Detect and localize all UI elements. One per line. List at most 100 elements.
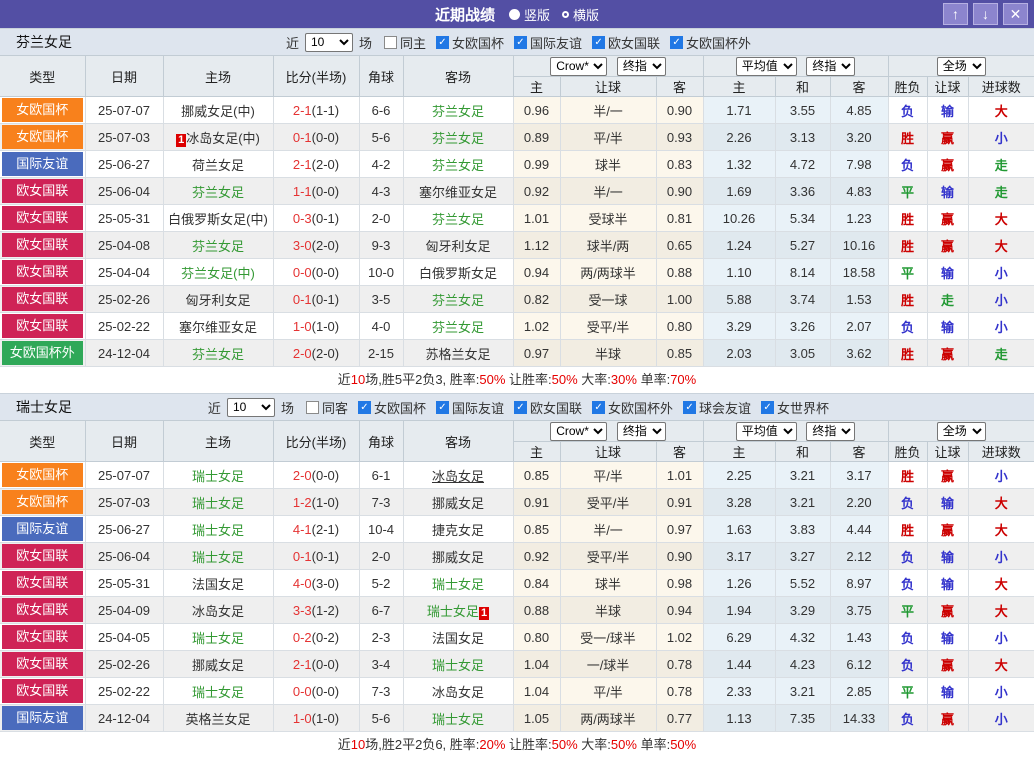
result-handicap: 赢 (926, 515, 969, 543)
halftime-score: (0-0) (311, 656, 340, 672)
away-team[interactable]: 芬兰女足 (402, 204, 514, 232)
filter-checkbox[interactable]: ✓ (514, 400, 527, 414)
away-team[interactable]: 芬兰女足 (402, 285, 514, 313)
away-team[interactable]: 法国女足 (402, 623, 514, 651)
odds-company-select[interactable]: Crow* (550, 56, 608, 76)
home-team[interactable]: 瑞士女足 (162, 677, 274, 705)
full-game-select[interactable]: 全场 (936, 421, 986, 441)
move-up-button[interactable]: ↑ (943, 3, 968, 25)
home-team[interactable]: 瑞士女足 (162, 515, 274, 543)
layout-radio-option[interactable]: 竖版 (508, 5, 550, 24)
away-team[interactable]: 挪威女足 (402, 488, 514, 516)
avg-draw-odds: 3.21 (774, 461, 831, 489)
away-team[interactable]: 捷克女足 (402, 515, 514, 543)
match-row: 女欧国杯 25-07-07 瑞士女足 2-0(0-0) 6-1 冰岛女足 0.85 平/半 1.… (0, 461, 1034, 489)
corner-score: 2-0 (358, 204, 404, 232)
home-team[interactable]: 英格兰女足 (162, 704, 274, 732)
avg-draw-odds: 4.23 (774, 650, 831, 678)
away-team[interactable]: 芬兰女足 (402, 150, 514, 178)
match-count-select[interactable]: 10 (226, 397, 275, 417)
match-row: 国际友谊 25-06-27 瑞士女足 4-1(2-1) 10-4 捷克女足 0.85 半/一 0… (0, 515, 1034, 543)
handicap-home-odds: 0.97 (512, 339, 561, 367)
home-team[interactable]: 冰岛女足 (162, 596, 274, 624)
home-team[interactable]: 芬兰女足 (162, 177, 274, 205)
home-team[interactable]: 瑞士女足 (162, 542, 274, 570)
away-team[interactable]: 芬兰女足 (402, 96, 514, 124)
away-team[interactable]: 苏格兰女足 (402, 339, 514, 367)
away-team[interactable]: 塞尔维亚女足 (402, 177, 514, 205)
radio-icon[interactable] (562, 10, 569, 18)
handicap-line: 两/两球半 (559, 258, 657, 286)
home-team[interactable]: 瑞士女足 (162, 461, 274, 489)
result-wdl: 负 (887, 650, 928, 678)
competition-type-badge: 欧女国联 (2, 571, 83, 595)
full-game-select[interactable]: 全场 (936, 56, 986, 76)
same-venue-checkbox[interactable] (305, 400, 319, 414)
filter-checkbox[interactable]: ✓ (592, 400, 606, 414)
home-team[interactable]: 匈牙利女足 (162, 285, 274, 313)
average-select[interactable]: 平均值 (735, 421, 797, 441)
home-team[interactable]: 白俄罗斯女足(中) (162, 204, 274, 232)
filter-label: 球会友谊 (699, 400, 752, 416)
away-team[interactable]: 瑞士女足 (402, 650, 514, 678)
home-team[interactable]: 塞尔维亚女足 (162, 312, 274, 340)
home-team[interactable]: 挪威女足(中) (162, 96, 274, 124)
fulltime-score: 2-1 (292, 656, 312, 672)
home-team[interactable]: 芬兰女足 (162, 339, 274, 367)
away-team[interactable]: 芬兰女足 (402, 123, 514, 151)
fulltime-score: 1-1 (292, 183, 312, 199)
away-team[interactable]: 瑞士女足 1 (402, 596, 514, 624)
team-name-text: 瑞士女足 (191, 684, 244, 700)
fulltime-score: 0-1 (292, 548, 312, 564)
games-label: 场 (358, 35, 372, 51)
away-team[interactable]: 瑞士女足 (402, 704, 514, 732)
filter-checkbox[interactable]: ✓ (435, 35, 449, 49)
filter-checkbox[interactable]: ✓ (761, 400, 775, 414)
home-team[interactable]: 法国女足 (162, 569, 274, 597)
away-team[interactable]: 冰岛女足 (402, 461, 514, 489)
move-down-button[interactable]: ↓ (973, 3, 998, 25)
avg-home-odds: 1.32 (702, 150, 776, 178)
away-team[interactable]: 匈牙利女足 (402, 231, 514, 259)
same-venue-checkbox[interactable] (383, 35, 397, 49)
home-team[interactable]: 瑞士女足 (162, 623, 274, 651)
result-wdl: 平 (887, 596, 928, 624)
odds-company-select[interactable]: Crow* (550, 421, 608, 441)
away-team[interactable]: 瑞士女足 (402, 569, 514, 597)
result-goals: 小 (967, 704, 1034, 732)
home-team[interactable]: 挪威女足 (162, 650, 274, 678)
final-index-select[interactable]: 终指 (616, 56, 666, 76)
layout-radio-option[interactable]: 横版 (562, 5, 599, 24)
match-date: 25-07-03 (84, 488, 164, 516)
home-team[interactable]: 荷兰女足 (162, 150, 274, 178)
final-index-select[interactable]: 终指 (806, 56, 856, 76)
match-count-select[interactable]: 10 (304, 32, 353, 52)
away-team[interactable]: 芬兰女足 (402, 312, 514, 340)
close-button[interactable]: ✕ (1003, 3, 1028, 25)
team-name-text: 瑞士女足 (191, 630, 244, 646)
result-wdl: 胜 (887, 339, 928, 367)
score: 0-1(0-0) (272, 123, 360, 151)
filter-checkbox[interactable]: ✓ (670, 35, 684, 49)
final-index-select[interactable]: 终指 (616, 421, 666, 441)
avg-draw-odds: 3.26 (774, 312, 831, 340)
avg-draw-odds: 3.36 (774, 177, 831, 205)
home-team[interactable]: 1 冰岛女足(中) (162, 123, 274, 151)
competition-type-badge: 女欧国杯 (2, 125, 83, 149)
average-select[interactable]: 平均值 (735, 56, 797, 76)
filter-checkbox[interactable]: ✓ (514, 35, 527, 49)
radio-icon[interactable] (508, 8, 520, 20)
home-team[interactable]: 瑞士女足 (162, 488, 274, 516)
filter-checkbox[interactable]: ✓ (683, 400, 697, 414)
filter-checkbox[interactable]: ✓ (357, 400, 371, 414)
avg-away-odds: 2.85 (829, 677, 889, 705)
match-type: 欧女国联 (0, 542, 86, 570)
home-team[interactable]: 芬兰女足 (162, 231, 274, 259)
filter-checkbox[interactable]: ✓ (592, 35, 606, 49)
away-team[interactable]: 白俄罗斯女足 (402, 258, 514, 286)
away-team[interactable]: 挪威女足 (402, 542, 514, 570)
final-index-select[interactable]: 终指 (806, 421, 856, 441)
away-team[interactable]: 冰岛女足 (402, 677, 514, 705)
home-team[interactable]: 芬兰女足(中) (162, 258, 274, 286)
filter-checkbox[interactable]: ✓ (435, 400, 449, 414)
